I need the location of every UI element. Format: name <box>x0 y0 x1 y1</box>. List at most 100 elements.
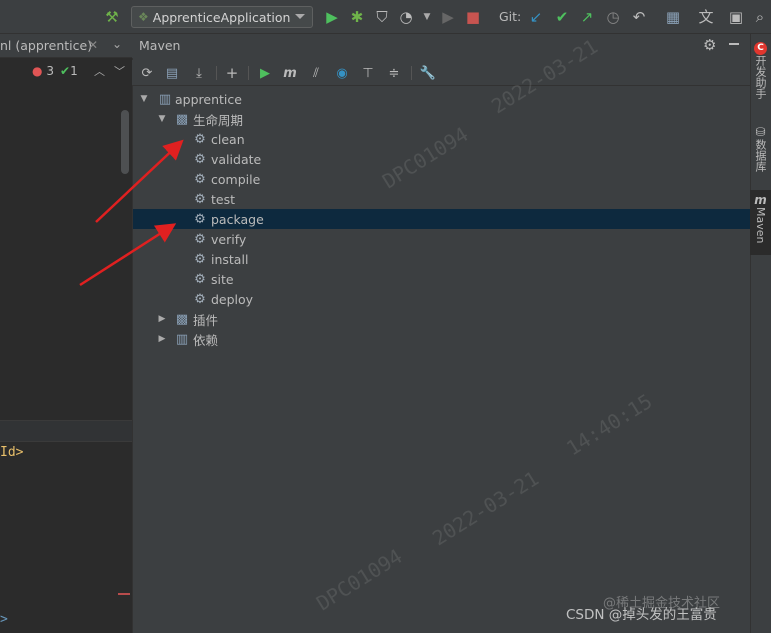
gear-icon: ⚙ <box>194 151 206 167</box>
editor-tab-title: nl (apprentice) <box>0 38 93 53</box>
maven-project-icon: ▥ <box>158 91 172 107</box>
maven-icon: m <box>754 193 767 207</box>
profile-dropdown-icon[interactable]: ▼ <box>418 8 436 26</box>
chevron-down-icon[interactable]: ﹀ <box>114 63 125 79</box>
tool-window-database[interactable]: ⛁ 数据库 <box>750 123 771 183</box>
add-icon[interactable]: + <box>223 64 241 82</box>
check-icon: ✔ <box>60 64 71 78</box>
code-line: Id> <box>0 445 132 463</box>
gear-icon: ⚙ <box>194 231 206 247</box>
run-maven-icon[interactable]: ▶ <box>256 64 274 82</box>
git-rollback-icon[interactable]: ↶ <box>630 8 648 26</box>
inspection-widget[interactable]: ● 3 ✔1 ︿ ﹀ <box>0 60 132 82</box>
code-token: Id <box>0 445 16 460</box>
editor-scrollbar[interactable] <box>121 110 129 174</box>
project-structure-icon[interactable]: ▦ <box>664 8 682 26</box>
tool-window-label: 开发助手 <box>754 55 767 99</box>
chevron-right-icon[interactable]: ▶ <box>157 334 167 344</box>
git-push-icon[interactable]: ↗ <box>578 8 596 26</box>
presentation-icon[interactable]: ▣ <box>727 8 745 26</box>
lifecycle-phase-verify[interactable]: ⚙ verify <box>133 229 750 249</box>
tool-window-maven[interactable]: m Maven <box>750 190 771 255</box>
lifecycle-phase-test[interactable]: ⚙ test <box>133 189 750 209</box>
ok-count: ✔1 <box>60 64 78 78</box>
lifecycle-folder-icon: ▩ <box>175 111 189 127</box>
generate-sources-icon[interactable]: ▤ <box>163 64 181 82</box>
chevron-down-icon[interactable]: ▼ <box>139 94 149 104</box>
phase-label: clean <box>211 131 245 147</box>
run-icon[interactable]: ▶ <box>323 8 341 26</box>
stop-icon[interactable]: ■ <box>464 8 482 26</box>
tree-node-lifecycle[interactable]: ▼ ▩ 生命周期 <box>133 109 750 129</box>
wrench-icon[interactable]: 🔧 <box>419 64 437 82</box>
tool-window-label: Maven <box>754 207 767 244</box>
tree-node-project[interactable]: ▼ ▥ apprentice <box>133 89 750 109</box>
lifecycle-phase-install[interactable]: ⚙ install <box>133 249 750 269</box>
build-hammer-icon[interactable]: ⚒ <box>103 8 121 26</box>
tree-node-label: apprentice <box>175 91 242 107</box>
gear-icon: ⚙ <box>194 191 206 207</box>
toggle-offline-icon[interactable]: ⫽ <box>307 64 325 82</box>
close-icon[interactable]: ✕ <box>88 38 98 52</box>
lifecycle-phase-compile[interactable]: ⚙ compile <box>133 169 750 189</box>
error-icon: ● <box>32 64 43 78</box>
toolbar-separator <box>411 66 412 80</box>
toolbar-separator <box>248 66 249 80</box>
chevron-down-icon[interactable]: ▼ <box>157 114 167 124</box>
translate-icon[interactable]: 文 <box>697 8 715 26</box>
tool-window-dev-helper[interactable]: C 开发助手 <box>750 40 771 110</box>
gear-icon: ⚙ <box>194 271 206 287</box>
git-commit-icon[interactable]: ✔ <box>553 8 571 26</box>
show-dependencies-icon[interactable]: ⊤ <box>359 64 377 82</box>
skip-tests-icon[interactable]: ◉ <box>333 64 351 82</box>
ok-count-value: 1 <box>70 64 78 78</box>
editor-area <box>0 34 132 633</box>
debug-icon[interactable]: ✱ <box>348 8 366 26</box>
gear-icon: ⚙ <box>194 251 206 267</box>
phase-label: test <box>211 191 236 207</box>
chevron-up-icon[interactable]: ︿ <box>94 63 105 79</box>
coverage-icon[interactable]: ⛉ <box>373 8 391 26</box>
run-configuration-label: ApprenticeApplication <box>152 9 291 25</box>
run-configuration-select[interactable]: ❖ ApprenticeApplication <box>131 6 313 28</box>
chevron-down-icon[interactable]: ⌄ <box>112 37 122 51</box>
maven-toolbar: ⟳ ▤ ⤓ + ▶ m ⫽ ◉ ⊤ ≑ 🔧 <box>132 60 750 86</box>
chevron-right-icon[interactable]: ▶ <box>157 314 167 324</box>
lifecycle-phase-deploy[interactable]: ⚙ deploy <box>133 289 750 309</box>
tree-node-plugins[interactable]: ▶ ▩ 插件 <box>133 309 750 329</box>
phase-label: deploy <box>211 291 254 307</box>
watermark-csdn: CSDN @掉头发的王富贵 <box>566 607 717 623</box>
main-toolbar: ⚒ ❖ ApprenticeApplication ▶ ✱ ⛉ ◔ ▼ ▶ ■ … <box>0 0 771 34</box>
tree-node-label: 依赖 <box>193 332 219 348</box>
database-icon: ⛁ <box>755 125 766 139</box>
tree-node-dependencies[interactable]: ▶ ▥ 依赖 <box>133 329 750 349</box>
git-label: Git: <box>499 9 522 24</box>
git-update-icon[interactable]: ↙ <box>527 8 545 26</box>
editor-tab[interactable]: nl (apprentice) ✕ ⌄ <box>0 34 132 58</box>
code-bracket: > <box>15 445 24 460</box>
gear-icon[interactable]: ⚙ <box>703 36 716 54</box>
code-line-bottom: > <box>0 612 8 627</box>
tree-node-label: 生命周期 <box>193 112 244 128</box>
collapse-all-icon[interactable]: ≑ <box>385 64 403 82</box>
spring-boot-icon: ❖ <box>138 10 149 24</box>
profile-icon[interactable]: ◔ <box>397 8 415 26</box>
minimize-icon[interactable] <box>729 38 739 45</box>
gear-icon: ⚙ <box>194 171 206 187</box>
chevron-down-icon <box>295 14 305 19</box>
gear-icon: ⚙ <box>194 291 206 307</box>
execute-goal-icon[interactable]: m <box>281 64 299 82</box>
lifecycle-phase-site[interactable]: ⚙ site <box>133 269 750 289</box>
phase-label: verify <box>211 231 247 247</box>
download-icon[interactable]: ⤓ <box>190 64 208 82</box>
git-history-icon[interactable]: ◷ <box>604 8 622 26</box>
lifecycle-phase-package[interactable]: ⚙ package <box>133 209 750 229</box>
maven-title: Maven <box>139 38 181 53</box>
reload-icon[interactable]: ⟳ <box>138 64 156 82</box>
search-everywhere-icon[interactable]: ⌕ <box>751 8 769 26</box>
dependencies-folder-icon: ▥ <box>175 331 189 347</box>
phase-label: site <box>211 271 234 287</box>
phase-label: package <box>211 211 264 227</box>
toolbar-separator <box>216 66 217 80</box>
error-count-value: 3 <box>46 64 54 78</box>
